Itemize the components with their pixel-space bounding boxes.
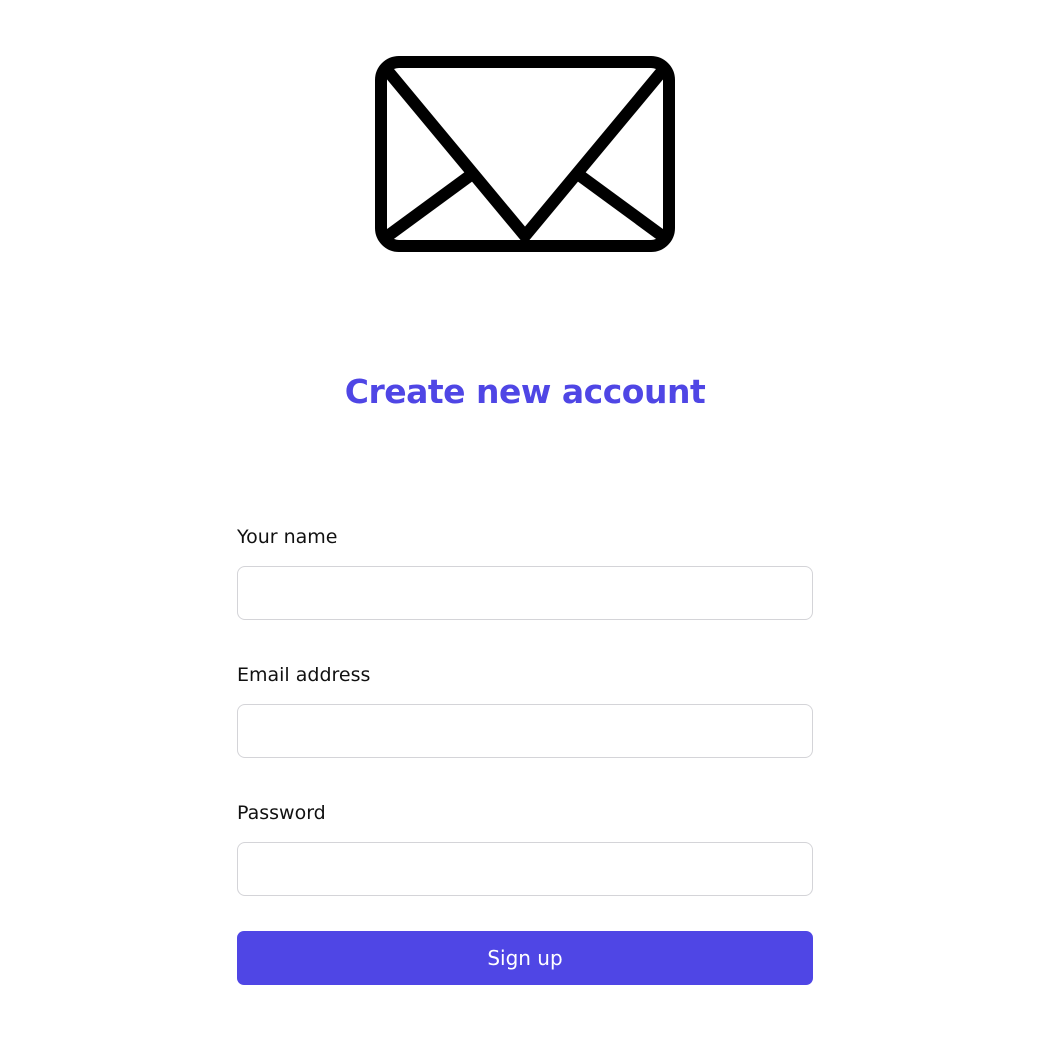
email-input[interactable] (237, 704, 813, 758)
page-title: Create new account (344, 372, 706, 411)
name-input[interactable] (237, 566, 813, 620)
email-label: Email address (237, 664, 371, 686)
name-field-group: Your name (237, 522, 813, 620)
email-field-group: Email address (237, 660, 813, 758)
signup-form: Your name Email address Password (237, 522, 813, 896)
envelope-icon (375, 56, 675, 252)
sign-up-button[interactable]: Sign up (237, 931, 813, 985)
envelope-logo (375, 56, 675, 252)
name-label: Your name (237, 526, 338, 548)
password-field-group: Password (237, 798, 813, 896)
password-label: Password (237, 802, 326, 824)
password-input[interactable] (237, 842, 813, 896)
